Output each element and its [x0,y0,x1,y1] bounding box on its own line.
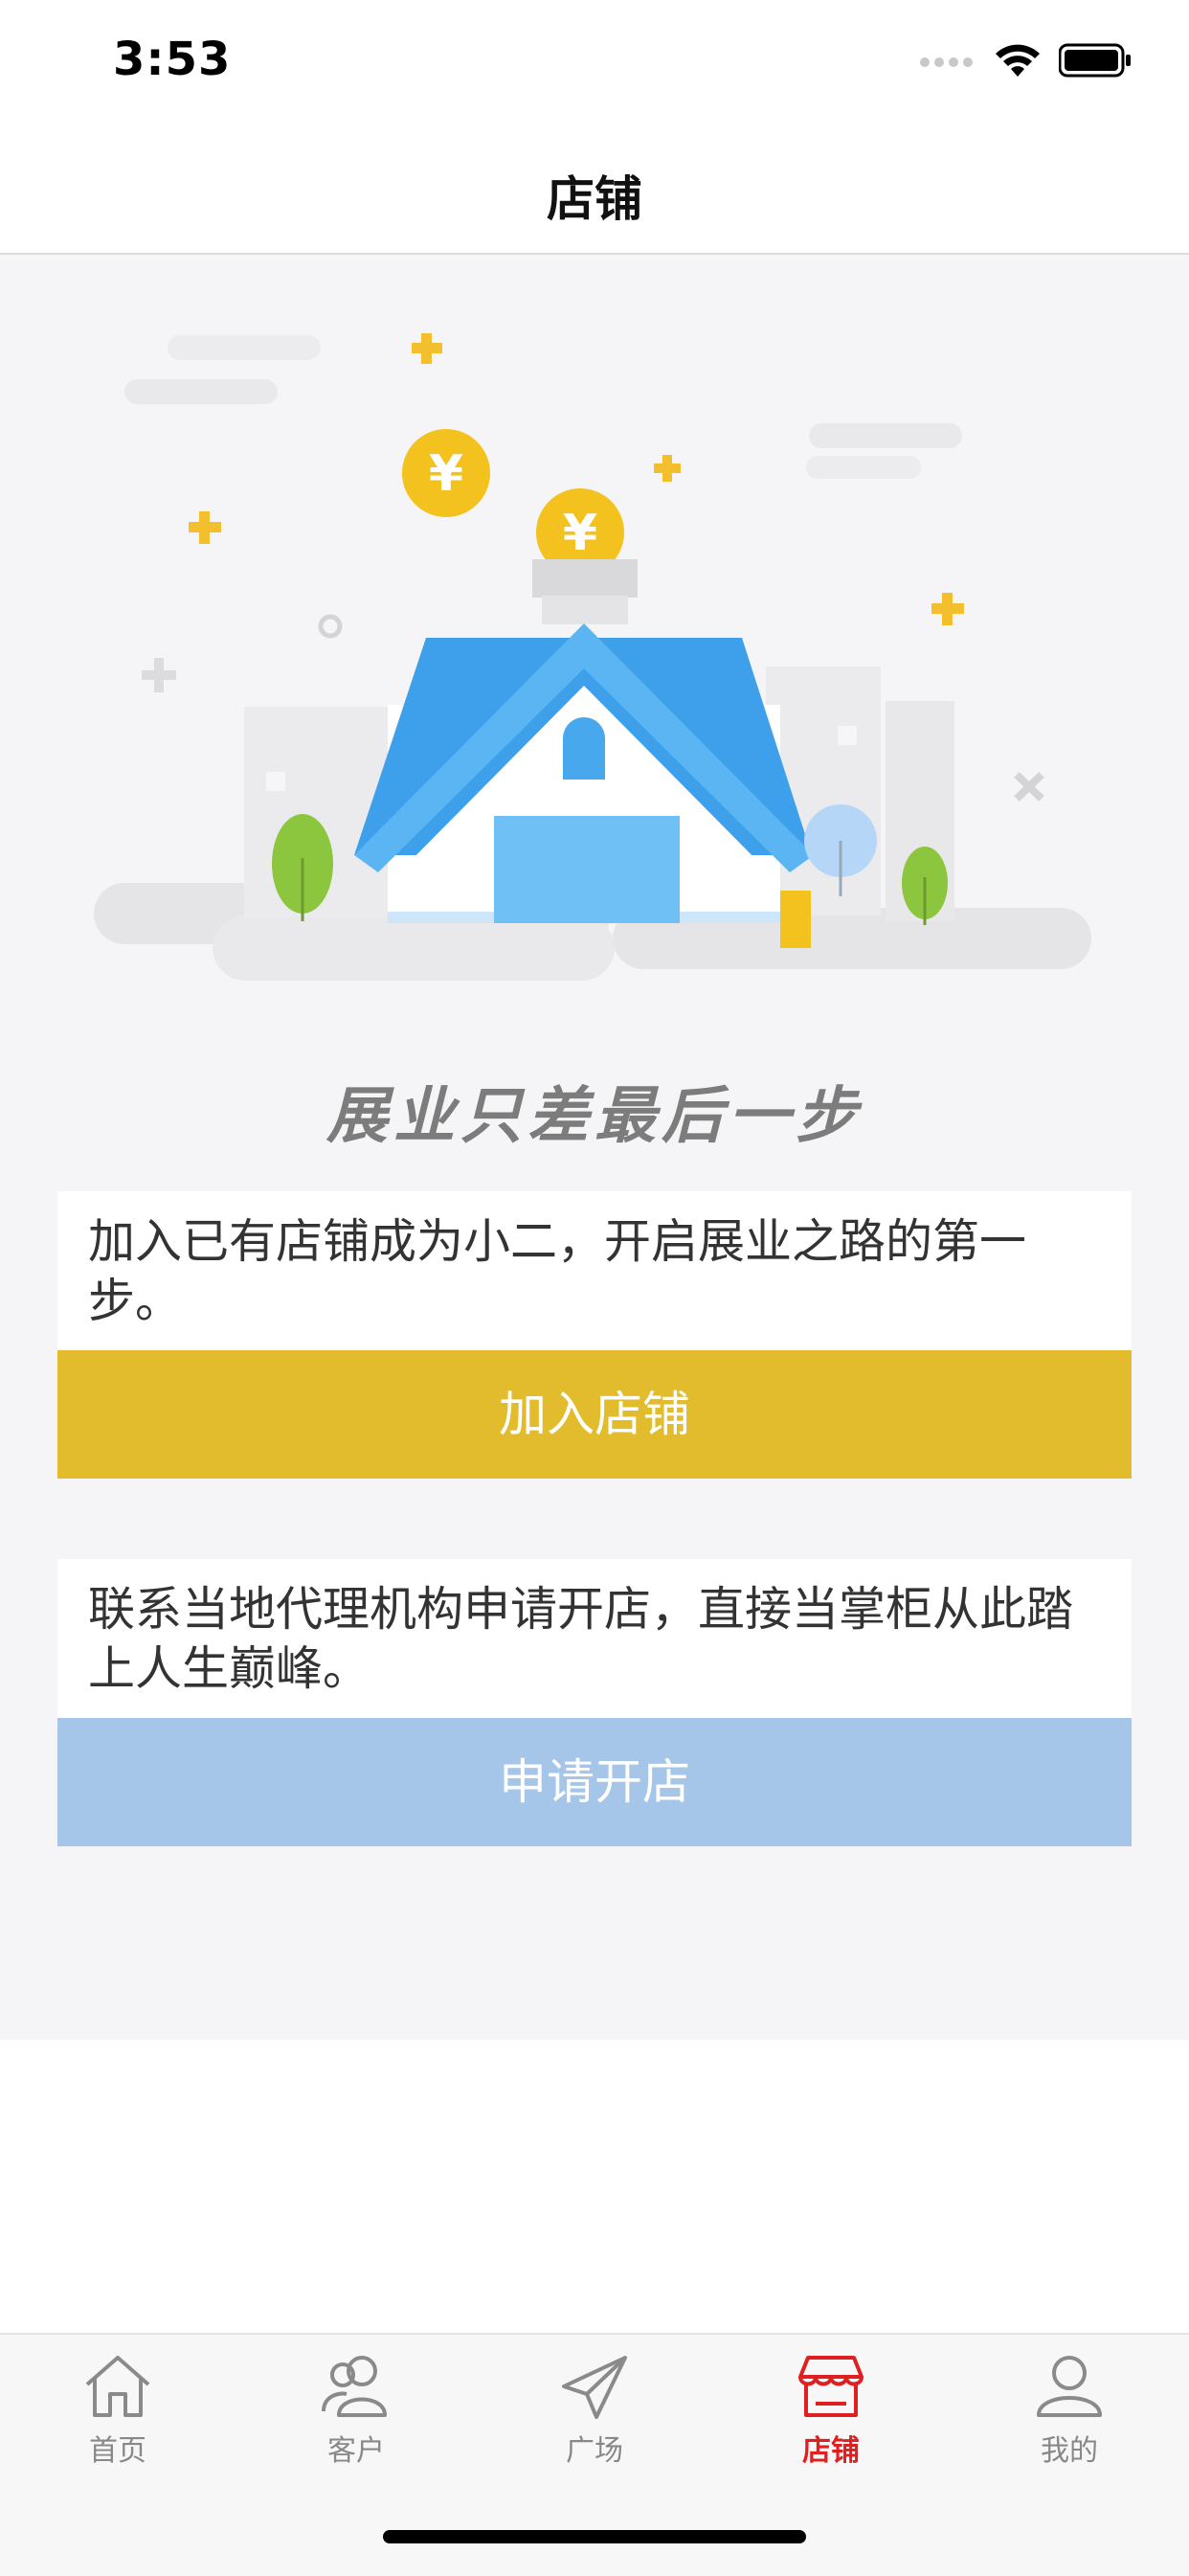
tab-home-label: 首页 [89,2434,146,2468]
tab-mine-label: 我的 [1041,2434,1098,2468]
join-store-description: 加入已有店铺成为小二，开启展业之路的第一步。 [88,1214,1027,1328]
tab-mine[interactable]: 我的 [993,2352,1146,2469]
join-store-card: 加入已有店铺成为小二，开启展业之路的第一步。 加入店铺 [57,1191,1132,1479]
profile-icon [1037,2356,1102,2417]
svg-text:¥: ¥ [429,445,463,503]
apply-store-button[interactable]: 申请开店 [57,1718,1132,1846]
home-icon [85,2356,150,2417]
tab-store-label: 店铺 [802,2434,860,2468]
home-indicator[interactable] [383,2530,806,2543]
svg-text:¥: ¥ [563,505,597,562]
battery-icon [1059,43,1131,78]
tab-customers-label: 客户 [327,2434,385,2468]
join-store-button[interactable]: 加入店铺 [57,1350,1132,1479]
apply-store-description: 联系当地代理机构申请开店，直接当掌柜从此踏上人生巅峰。 [88,1582,1074,1696]
tab-customers[interactable]: 客户 [280,2352,433,2469]
hero-slogan: 展业只差最后一步 [326,1081,863,1152]
paper-plane-icon [562,2356,627,2419]
navigation-bar: 店铺 [0,128,1189,255]
status-time: 3:53 [113,33,232,86]
store-icon [798,2356,864,2417]
main-content: ¥ ¥ 展业只差最后一步 加入已有店铺成为小二，开启展业之路的第一步。 加入店铺… [0,255,1189,2040]
store-illustration: ¥ ¥ [94,333,1091,981]
tab-home[interactable]: 首页 [41,2352,194,2469]
status-icons [919,42,1132,79]
status-bar: 3:53 [0,0,1189,128]
tab-store[interactable]: 店铺 [754,2352,908,2469]
wifi-icon [996,44,1040,77]
page-title: 店铺 [547,171,642,227]
tab-plaza[interactable]: 广场 [518,2352,671,2469]
tab-plaza-label: 广场 [566,2434,623,2468]
signal-icon [920,57,973,67]
customers-icon [322,2356,387,2417]
apply-store-card: 联系当地代理机构申请开店，直接当掌柜从此踏上人生巅峰。 申请开店 [57,1559,1132,1846]
